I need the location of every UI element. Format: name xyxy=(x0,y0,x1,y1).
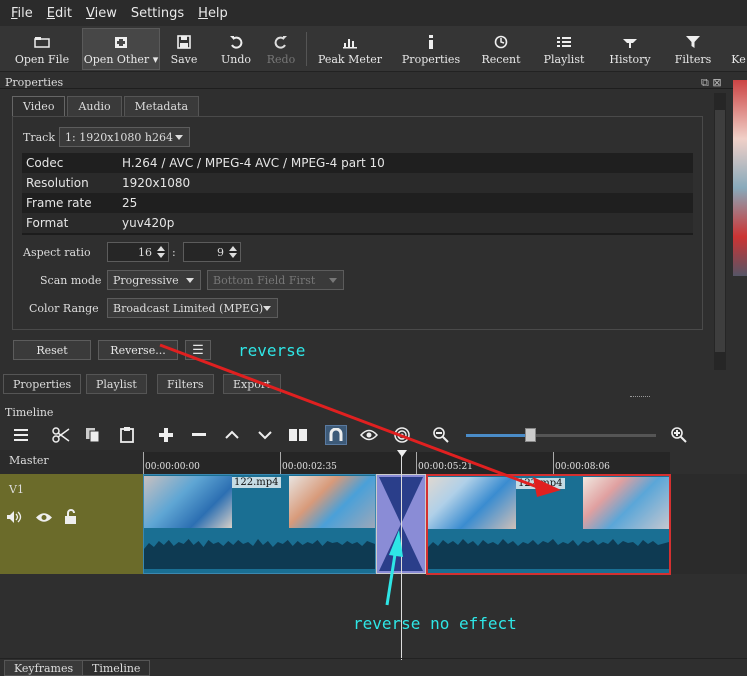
red-arrow-head-icon xyxy=(533,477,561,497)
bottom-tab-keyframes[interactable]: Keyframes xyxy=(4,660,84,676)
bottom-tab-timeline[interactable]: Timeline xyxy=(82,660,151,676)
cyan-arrow-line xyxy=(385,547,398,606)
annotation-arrows xyxy=(159,343,561,606)
divider xyxy=(0,658,747,659)
cyan-arrow-head-icon xyxy=(389,530,403,557)
red-arrow-line xyxy=(159,343,541,490)
